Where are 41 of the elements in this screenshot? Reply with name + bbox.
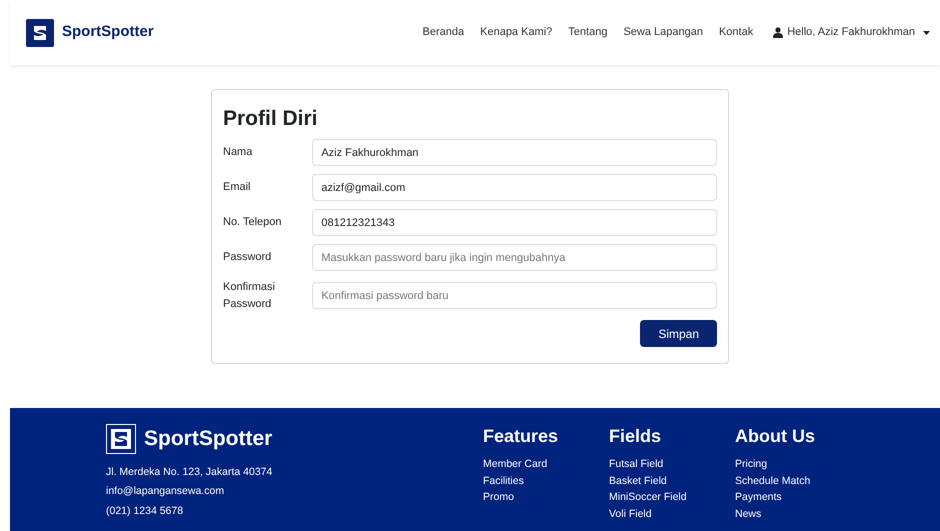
footer-heading: About Us xyxy=(735,425,815,448)
input-field[interactable]: 081212321343 xyxy=(312,209,717,236)
contact-text: info@lapangansewa.com xyxy=(106,484,226,499)
save-button[interactable]: Simpan xyxy=(640,320,717,348)
footer-link[interactable]: Schedule Match xyxy=(735,472,810,490)
field-label: Nama xyxy=(223,145,254,160)
footer-link[interactable]: Payments xyxy=(735,489,782,506)
input-field[interactable]: Masukkan password baru jika ingin mengubahnya xyxy=(312,244,717,272)
nav-link[interactable]: Kenapa Kami? xyxy=(476,24,556,41)
footer-link[interactable]: News xyxy=(735,506,762,523)
nav-link[interactable]: Beranda xyxy=(418,24,468,41)
nav-link[interactable]: Sewa Lapangan xyxy=(619,24,707,41)
footer-link[interactable]: Basket Field xyxy=(609,472,667,490)
footer-link[interactable]: MiniSoccer Field xyxy=(609,489,687,506)
logo-icon xyxy=(26,18,54,46)
user-icon xyxy=(773,27,784,38)
footer-heading: Fields xyxy=(609,425,662,448)
field-label: Password xyxy=(223,250,272,266)
input-field[interactable]: azizf@gmail.com xyxy=(312,174,717,202)
footer-link[interactable]: Futsal Field xyxy=(609,456,664,473)
field-label: Email xyxy=(223,180,252,196)
nav-link[interactable]: Kontak xyxy=(714,24,758,41)
nav-link[interactable]: Tentang xyxy=(564,24,612,41)
footer-heading: Features xyxy=(483,425,558,448)
input-field[interactable]: Konfirmasi password baru xyxy=(312,282,717,310)
field-label: No. Telepon xyxy=(223,215,283,230)
page-title: Profil Diri xyxy=(223,106,319,132)
caret-icon xyxy=(923,30,930,34)
input-field[interactable]: Aziz Fakhurokhman xyxy=(312,139,717,166)
footer-link[interactable]: Promo xyxy=(483,489,514,506)
field-label: Konfirmasi Password xyxy=(223,280,276,312)
brand-link[interactable]: SportSpotter xyxy=(26,18,154,46)
footer-link[interactable]: Pricing xyxy=(735,456,768,473)
footer-brand: SportSpotter xyxy=(144,426,272,452)
footer-link[interactable]: Facilities xyxy=(483,472,524,490)
contact-text: (021) 1234 5678 xyxy=(106,504,184,518)
footer-link[interactable]: Member Card xyxy=(483,456,548,473)
user-menu[interactable]: Hello, Aziz Fakhurokhman xyxy=(765,24,930,41)
contact-text: Jl. Merdeka No. 123, Jakarta 40374 xyxy=(106,464,274,480)
footer-link[interactable]: Voli Field xyxy=(609,506,652,523)
logo-icon xyxy=(106,424,136,454)
